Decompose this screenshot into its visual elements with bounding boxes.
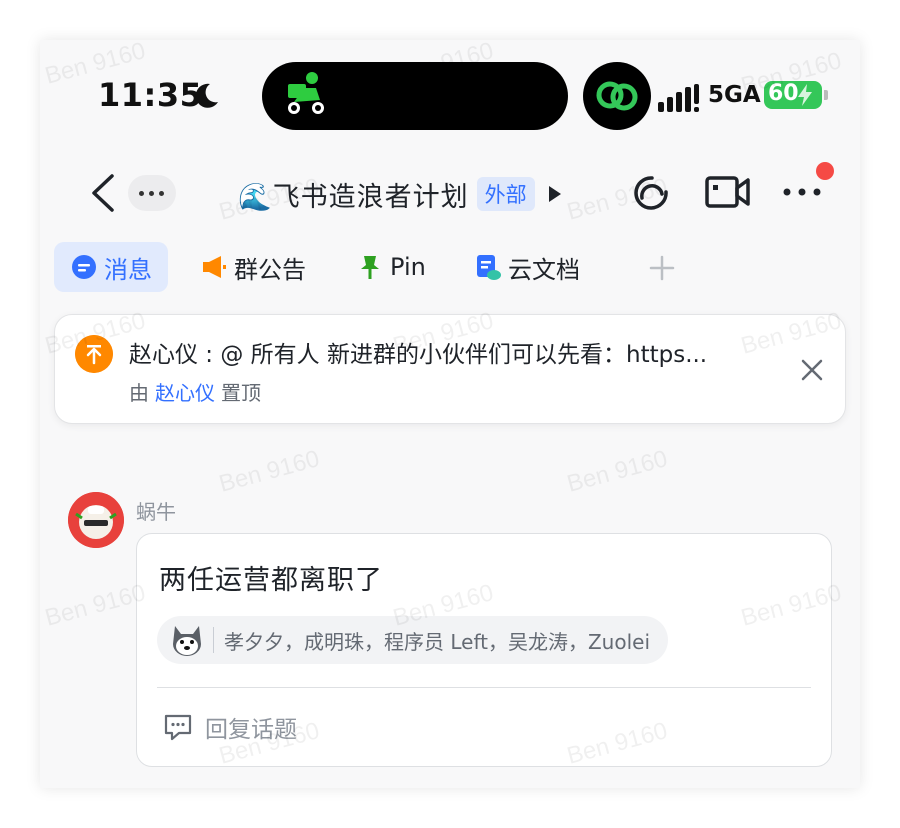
chat-list-more-button[interactable] bbox=[128, 175, 176, 211]
external-badge: 外部 bbox=[476, 177, 535, 211]
meeting-room-icon[interactable] bbox=[630, 172, 674, 216]
delivery-rider-icon bbox=[288, 72, 324, 114]
signal-icon bbox=[658, 84, 699, 112]
reply-label: 回复话题 bbox=[205, 717, 297, 743]
tab-label: 群公告 bbox=[234, 255, 306, 284]
chat-nav-bar: 🌊飞书造浪者计划 外部 bbox=[40, 160, 860, 226]
tab-cloud-docs[interactable]: 云文档 bbox=[474, 242, 580, 292]
phone-screen: 11:35 5GA 60 🌊飞书造浪者计划 外部 消息 群公告 Pin 云文档 … bbox=[40, 40, 860, 788]
tab-messages[interactable]: 消息 bbox=[54, 242, 168, 292]
video-call-icon[interactable] bbox=[704, 172, 752, 212]
message-sender: 蜗牛 bbox=[136, 500, 176, 524]
status-bar: 11:35 5GA 60 bbox=[40, 40, 860, 152]
notification-dot bbox=[816, 162, 834, 180]
reaction-users: 孝夕夕，成明珠，程序员 Left，吴龙涛，Zuolei bbox=[224, 629, 651, 654]
live-activity-icon bbox=[583, 62, 651, 130]
pinned-by-line: 由赵心仪 置顶 bbox=[129, 377, 261, 406]
tab-label: Pin bbox=[390, 253, 426, 281]
chat-tabs: 消息 群公告 Pin 云文档 bbox=[40, 240, 860, 296]
watermark: Ben 9160 bbox=[564, 445, 671, 498]
pinned-by-suffix: 置顶 bbox=[221, 381, 261, 405]
tab-label: 消息 bbox=[104, 255, 152, 284]
close-icon[interactable] bbox=[799, 357, 825, 383]
pinned-message-text: 赵心仪 : @ 所有人 新进群的小伙伴们可以先看：https... bbox=[129, 342, 708, 368]
back-arrow-icon[interactable] bbox=[88, 172, 118, 214]
pin-icon bbox=[361, 256, 379, 279]
cloud-doc-icon bbox=[477, 255, 501, 280]
network-type: 5GA bbox=[708, 82, 761, 108]
expand-triangle-icon bbox=[548, 186, 561, 202]
reply-thread-button[interactable]: 回复话题 bbox=[163, 710, 297, 744]
moon-icon bbox=[195, 83, 218, 108]
pin-top-icon bbox=[75, 335, 113, 373]
tab-pin[interactable]: Pin bbox=[356, 242, 426, 292]
reaction-separator bbox=[213, 627, 214, 653]
pinned-by-prefix: 由 bbox=[129, 381, 149, 405]
chat-bubble-icon bbox=[72, 255, 96, 279]
message-text: 两任运营都离职了 bbox=[159, 565, 383, 596]
screenshot-canvas: 11:35 5GA 60 🌊飞书造浪者计划 外部 消息 群公告 Pin 云文档 … bbox=[0, 0, 900, 828]
tab-announcement[interactable]: 群公告 bbox=[200, 242, 306, 292]
husky-emoji-icon bbox=[173, 626, 201, 656]
status-time: 11:35 bbox=[98, 76, 203, 114]
reply-comment-icon bbox=[164, 714, 192, 741]
pinned-by-user[interactable]: 赵心仪 bbox=[155, 381, 215, 405]
more-options-icon[interactable] bbox=[782, 186, 822, 198]
message-bubble[interactable]: 两任运营都离职了 孝夕夕，成明珠，程序员 Left，吴龙涛，Zuolei 回复话… bbox=[136, 533, 832, 767]
watermark: Ben 9160 bbox=[42, 579, 149, 632]
reaction-chip[interactable]: 孝夕夕，成明珠，程序员 Left，吴龙涛，Zuolei bbox=[157, 616, 669, 664]
group-title: 🌊飞书造浪者计划 bbox=[238, 181, 469, 213]
add-tab-icon[interactable] bbox=[648, 254, 676, 282]
battery-cap bbox=[824, 90, 828, 100]
group-title-area[interactable]: 🌊飞书造浪者计划 外部 bbox=[238, 174, 561, 214]
dynamic-island bbox=[262, 62, 568, 130]
divider bbox=[157, 687, 811, 688]
watermark: Ben 9160 bbox=[216, 445, 323, 498]
battery-level: 60 bbox=[768, 81, 799, 106]
megaphone-icon bbox=[203, 256, 226, 278]
avatar[interactable] bbox=[68, 492, 124, 548]
charging-bolt-icon bbox=[798, 84, 812, 106]
tab-label: 云文档 bbox=[508, 255, 580, 284]
battery-indicator: 60 bbox=[764, 81, 822, 109]
pinned-message-card[interactable]: 赵心仪 : @ 所有人 新进群的小伙伴们可以先看：https... 由赵心仪 置顶 bbox=[54, 314, 846, 424]
